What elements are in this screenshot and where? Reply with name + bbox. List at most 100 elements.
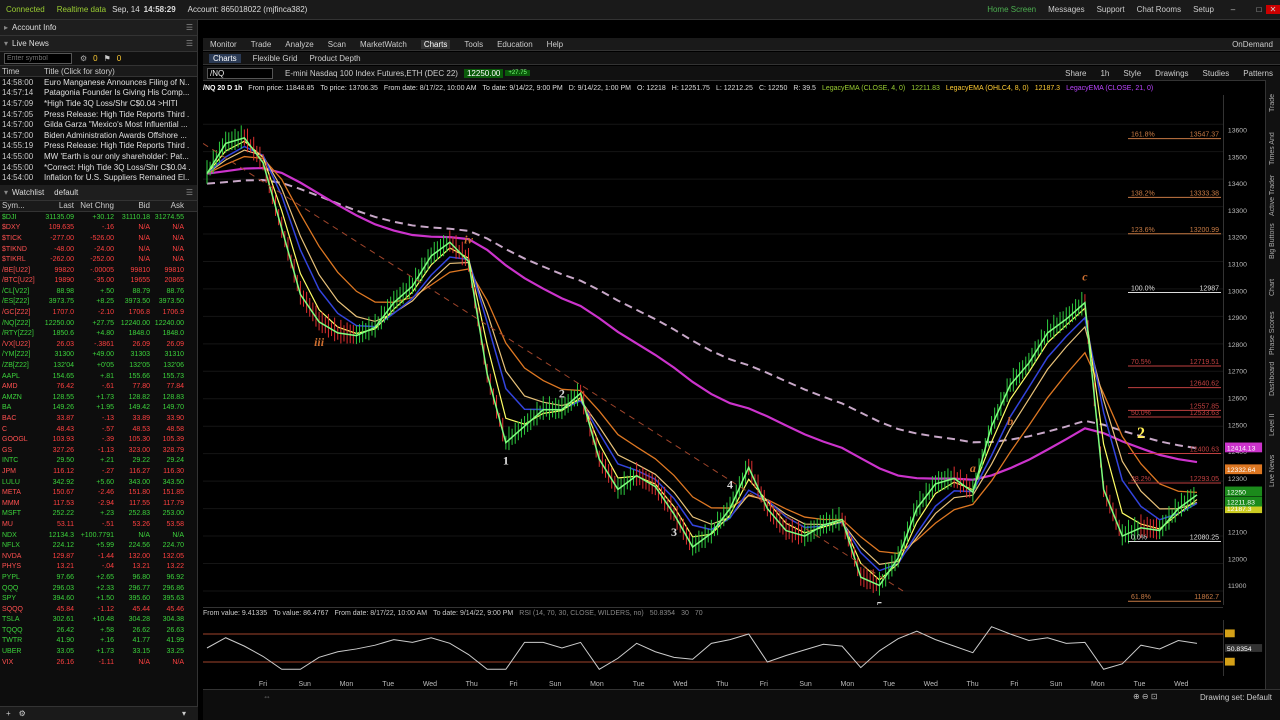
watchlist-row[interactable]: /BTC[U22] 19890 -35.00 19655 20865 bbox=[0, 276, 197, 287]
watchlist-row[interactable]: GOOGL 103.93 -.39 105.30 105.39 bbox=[0, 434, 197, 445]
watchlist-row[interactable]: BAC 33.87 -.13 33.89 33.90 bbox=[0, 413, 197, 424]
menu-scan[interactable]: Scan bbox=[328, 40, 346, 49]
watchlist-row[interactable]: PHYS 13.21 -.04 13.21 13.22 bbox=[0, 562, 197, 573]
menu-icon[interactable]: ☰ bbox=[186, 39, 193, 48]
col-ask[interactable]: Ask bbox=[150, 201, 184, 210]
home-screen-button[interactable]: Home Screen bbox=[987, 5, 1036, 14]
sidetab-trade[interactable]: Trade bbox=[1266, 80, 1280, 126]
sidetab-live-news[interactable]: Live News bbox=[1266, 448, 1280, 494]
ema3-label[interactable]: LegacyEMA (CLOSE, 21, 0) bbox=[1066, 85, 1153, 92]
menu-education[interactable]: Education bbox=[497, 40, 533, 49]
menu-analyze[interactable]: Analyze bbox=[285, 40, 313, 49]
watchlist-row[interactable]: JPM 116.12 -.27 116.27 116.30 bbox=[0, 466, 197, 477]
setup-button[interactable]: Setup bbox=[1193, 5, 1214, 14]
watchlist-row[interactable]: NDX 12134.3 +100.7791 N/A N/A bbox=[0, 530, 197, 541]
sidetab-phase-scores[interactable]: Phase Scores bbox=[1266, 310, 1280, 356]
watchlist-row[interactable]: UBER 33.05 +1.73 33.15 33.25 bbox=[0, 646, 197, 657]
sidetab-dashboard[interactable]: Dashboard bbox=[1266, 356, 1280, 402]
menu-help[interactable]: Help bbox=[547, 40, 563, 49]
symbol-input[interactable] bbox=[4, 53, 72, 64]
price-scale[interactable]: 13600 13500 13400 13300 13200 13100 13000 12900… bbox=[1223, 95, 1265, 605]
watchlist-row[interactable]: VIX 26.16 -1.11 N/A N/A bbox=[0, 657, 197, 668]
sidetab-level-ii[interactable]: Level II bbox=[1266, 402, 1280, 448]
add-icon[interactable]: + bbox=[6, 709, 11, 718]
menu-icon[interactable]: ☰ bbox=[186, 23, 193, 32]
news-item[interactable]: 14:54:00 Inflation for U.S. Suppliers Rem… bbox=[0, 172, 197, 183]
style-button[interactable]: Style bbox=[1123, 69, 1141, 78]
watchlist-row[interactable]: BA 149.26 +1.95 149.42 149.70 bbox=[0, 403, 197, 414]
subtab-product-depth[interactable]: Product Depth bbox=[309, 54, 360, 63]
watchlist-row[interactable]: /VX[U22] 26.03 -.3861 26.09 26.09 bbox=[0, 339, 197, 350]
watchlist-row[interactable]: META 150.67 -2.46 151.80 151.85 bbox=[0, 487, 197, 498]
watchlist-row[interactable]: AMZN 128.55 +1.73 128.82 128.83 bbox=[0, 392, 197, 403]
watchlist-row[interactable]: $DJI 31135.09 +30.12 31110.18 31274.55 bbox=[0, 212, 197, 223]
watchlist-row[interactable]: AAPL 154.65 +.81 155.66 155.73 bbox=[0, 371, 197, 382]
account-display[interactable]: Account: 865018022 (mjfinca382) bbox=[188, 5, 308, 14]
menu-monitor[interactable]: Monitor bbox=[210, 40, 237, 49]
watchlist-row[interactable]: /NQ[Z22] 12250.00 +27.75 12240.00 12240.00 bbox=[0, 318, 197, 329]
price-chart[interactable]: 161.8% 13547.37138.2% 13333.38123.6% 13200.… bbox=[203, 95, 1223, 605]
menu-charts[interactable]: Charts bbox=[420, 39, 451, 49]
news-item[interactable]: 14:57:00 Biden Administration Awards Offs… bbox=[0, 130, 197, 141]
watchlist-row[interactable]: /GC[Z22] 1707.0 -2.10 1706.8 1706.9 bbox=[0, 307, 197, 318]
watchlist-row[interactable]: MU 53.11 -.51 53.26 53.58 bbox=[0, 519, 197, 530]
news-col-time[interactable]: Time bbox=[0, 67, 44, 76]
watchlist-row[interactable]: /ES[Z22] 3973.75 +8.25 3973.50 3973.50 bbox=[0, 297, 197, 308]
chart-symbol-input[interactable]: /NQ bbox=[207, 67, 273, 79]
watchlist-row[interactable]: $TICK -277.00 -526.00 N/A N/A bbox=[0, 233, 197, 244]
ema1-label[interactable]: LegacyEMA (CLOSE, 4, 0) bbox=[822, 85, 905, 92]
scroll-handle-icon[interactable]: ⇔ bbox=[263, 692, 271, 701]
time-axis[interactable]: Fri Sun Mon Tue Wed Thu Fri Sun Mon Tue Wed Thu Fri S… bbox=[203, 677, 1223, 689]
timeframe-button[interactable]: 1h bbox=[1100, 69, 1109, 78]
watchlist-row[interactable]: MSFT 252.22 +.23 252.83 253.00 bbox=[0, 509, 197, 520]
dropdown-icon[interactable]: ▾ bbox=[182, 709, 186, 718]
news-col-title[interactable]: Title (Click for story) bbox=[44, 67, 115, 76]
subtab-charts[interactable]: Charts bbox=[209, 53, 241, 63]
ema2-label[interactable]: LegacyEMA (OHLC4, 8, 0) bbox=[946, 85, 1029, 92]
support-button[interactable]: Support bbox=[1097, 5, 1125, 14]
watchlist-row[interactable]: PYPL 97.66 +2.65 96.80 96.92 bbox=[0, 572, 197, 583]
messages-button[interactable]: Messages bbox=[1048, 5, 1084, 14]
watchlist-row[interactable]: /RTY[Z22] 1850.6 +4.80 1848.0 1848.0 bbox=[0, 328, 197, 339]
news-item[interactable]: 14:55:00 *Correct: High Tide 3Q Loss/Shr … bbox=[0, 162, 197, 173]
sidetab-big-buttons[interactable]: Big Buttons bbox=[1266, 218, 1280, 264]
col-last[interactable]: Last bbox=[44, 201, 74, 210]
watchlist-header[interactable]: ▾ Watchlist default ☰ bbox=[0, 184, 197, 201]
sidetab-chart[interactable]: Chart bbox=[1266, 264, 1280, 310]
watchlist-row[interactable]: $TIKRL -262.00 -252.00 N/A N/A bbox=[0, 254, 197, 265]
gear-icon[interactable]: ⚙ bbox=[19, 709, 26, 718]
news-item[interactable]: 14:55:19 Press Release: High Tide Reports… bbox=[0, 141, 197, 152]
ondemand-button[interactable]: OnDemand bbox=[1232, 40, 1273, 49]
menu-marketwatch[interactable]: MarketWatch bbox=[360, 40, 407, 49]
watchlist-row[interactable]: LULU 342.92 +5.60 343.00 343.50 bbox=[0, 477, 197, 488]
watchlist-row[interactable]: /CL[V22] 88.98 +.50 88.79 88.76 bbox=[0, 286, 197, 297]
news-item[interactable]: 14:55:00 MW 'Earth is our only shareholde… bbox=[0, 151, 197, 162]
watchlist-row[interactable]: /BE[U22] 99820 -.00005 99810 99810 bbox=[0, 265, 197, 276]
watchlist-row[interactable]: NVDA 129.87 -1.44 132.00 132.05 bbox=[0, 551, 197, 562]
watchlist-name[interactable]: default bbox=[54, 188, 78, 197]
watchlist-row[interactable]: MMM 117.53 -2.94 117.55 117.79 bbox=[0, 498, 197, 509]
watchlist-row[interactable]: AMD 76.42 -.61 77.80 77.84 bbox=[0, 381, 197, 392]
watchlist-row[interactable]: C 48.43 -.57 48.53 48.58 bbox=[0, 424, 197, 435]
watchlist-row[interactable]: SPY 394.60 +1.50 395.60 395.63 bbox=[0, 593, 197, 604]
zoom-controls[interactable]: ⊕ ⊖ ⊡ bbox=[1133, 692, 1158, 701]
drawing-set-label[interactable]: Drawing set: Default bbox=[1200, 693, 1272, 702]
watchlist-row[interactable]: NFLX 224.12 +5.99 224.56 224.70 bbox=[0, 540, 197, 551]
col-net-change[interactable]: Net Chng bbox=[74, 201, 114, 210]
drawings-button[interactable]: Drawings bbox=[1155, 69, 1188, 78]
sidetab-times-and-sales[interactable]: Times And Sales bbox=[1266, 126, 1280, 172]
watchlist-row[interactable]: TWTR 41.90 +.16 41.77 41.99 bbox=[0, 636, 197, 647]
menu-tools[interactable]: Tools bbox=[464, 40, 483, 49]
news-item[interactable]: 14:57:09 *High Tide 3Q Loss/Shr C$0.04 >H… bbox=[0, 98, 197, 109]
news-item[interactable]: 14:58:00 Euro Manganese Announces Filing … bbox=[0, 77, 197, 88]
chat-rooms-button[interactable]: Chat Rooms bbox=[1137, 5, 1181, 14]
news-item[interactable]: 14:57:14 Patagonia Founder Is Giving His … bbox=[0, 88, 197, 99]
news-item[interactable]: 14:57:05 Press Release: High Tide Reports… bbox=[0, 109, 197, 120]
rsi-study-label[interactable]: RSI (14, 70, 30, CLOSE, WILDERS, no) bbox=[519, 610, 644, 617]
patterns-button[interactable]: Patterns bbox=[1243, 69, 1273, 78]
sidetab-active-trader[interactable]: Active Trader bbox=[1266, 172, 1280, 218]
maximize-button[interactable]: □ bbox=[1252, 5, 1266, 14]
flag-icon[interactable]: ⚑ bbox=[104, 54, 111, 63]
watchlist-row[interactable]: TSLA 302.61 +10.48 304.28 304.38 bbox=[0, 615, 197, 626]
watchlist-row[interactable]: /ZB[Z22] 132'04 +0'05 132'05 132'06 bbox=[0, 360, 197, 371]
